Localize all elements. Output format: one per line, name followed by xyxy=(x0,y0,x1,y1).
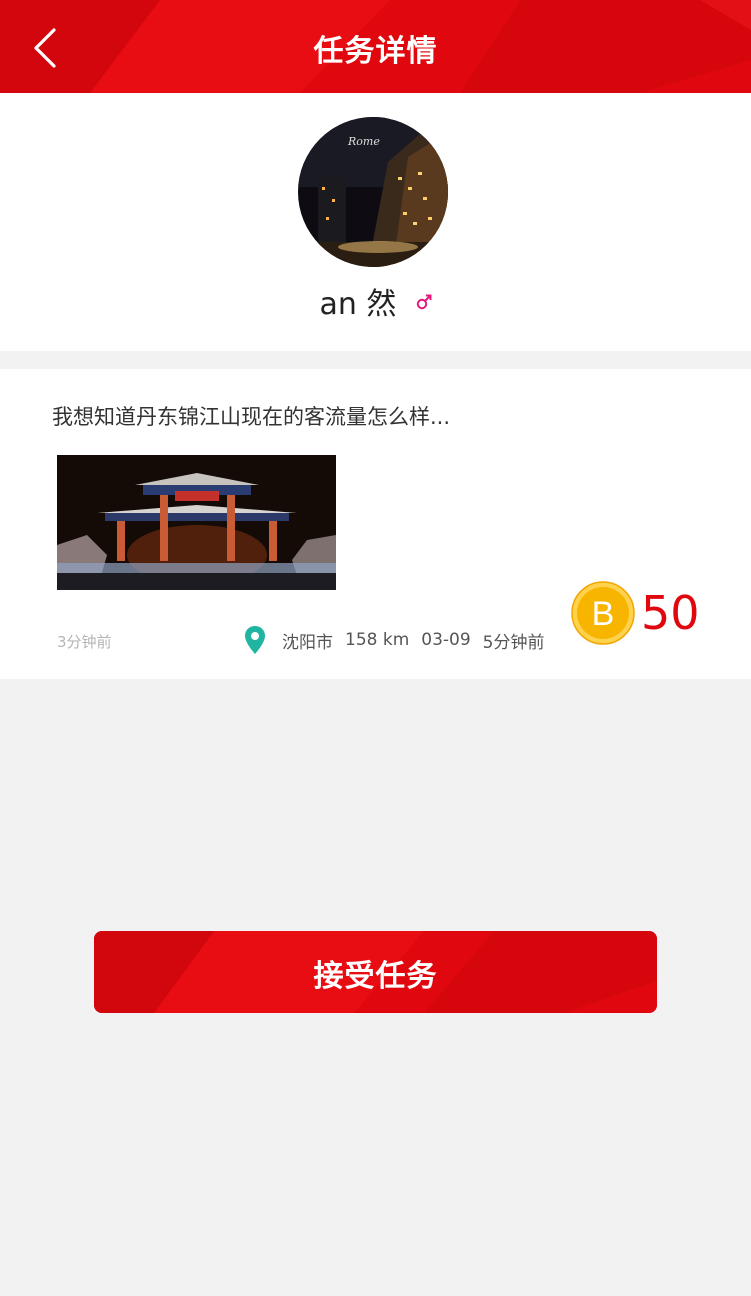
male-symbol-icon xyxy=(416,294,432,314)
task-time-ago: 5分钟前 xyxy=(482,632,545,653)
username: an 然 xyxy=(319,287,397,322)
page-title: 任务详情 xyxy=(313,34,438,69)
gate-photo xyxy=(57,455,336,590)
task-distance: 158 km xyxy=(345,630,410,650)
accept-task-button[interactable]: 接受任务 xyxy=(94,931,657,1013)
reward-amount: 50 xyxy=(641,586,700,640)
task-image[interactable] xyxy=(57,455,336,590)
svg-text:Rome: Rome xyxy=(347,135,380,148)
task-card[interactable]: 我想知道丹东锦江山现在的客流量怎么样... 3分钟前 沈阳市 158 km 03… xyxy=(0,369,751,679)
b-coin-icon: B xyxy=(571,581,635,645)
task-date: 03-09 xyxy=(421,630,471,650)
task-meta: 沈阳市 158 km 03-09 5分钟前 xyxy=(244,623,557,657)
map-pin-icon xyxy=(245,626,265,654)
task-city: 沈阳市 xyxy=(282,632,333,653)
profile-section: Rome an 然 xyxy=(0,93,751,351)
task-description: 我想知道丹东锦江山现在的客流量怎么样... xyxy=(52,405,451,429)
header-bar: 任务详情 xyxy=(0,0,751,93)
svg-text:B: B xyxy=(592,595,615,633)
posted-time: 3分钟前 xyxy=(57,633,112,651)
avatar-image: Rome xyxy=(298,117,448,267)
accept-task-label: 接受任务 xyxy=(313,959,438,994)
username-row: an 然 xyxy=(0,279,751,323)
avatar[interactable]: Rome xyxy=(298,117,448,267)
reward: B 50 xyxy=(571,581,700,645)
